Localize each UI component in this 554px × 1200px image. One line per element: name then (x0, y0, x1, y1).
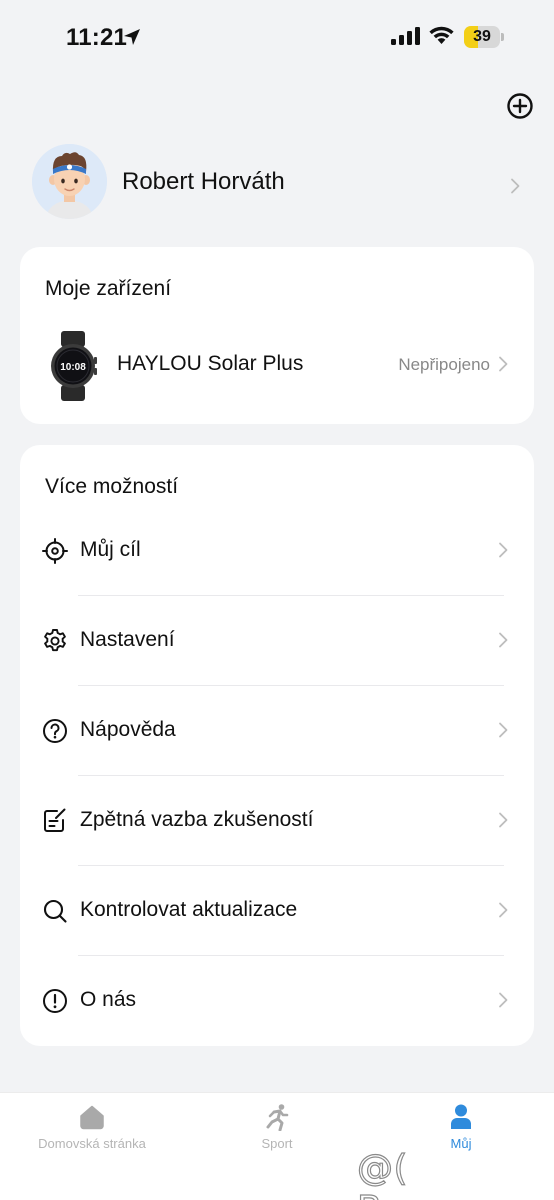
menu-label: Nápověda (80, 718, 176, 741)
cellular-signal-icon (391, 27, 420, 45)
chevron-right-icon (499, 992, 508, 1008)
smartwatch-icon: 10:08 (51, 331, 97, 401)
more-options-title: Více možností (45, 475, 179, 498)
profile-row[interactable]: Robert Horváth (20, 140, 534, 230)
status-bar: 11:21 39 (0, 0, 554, 76)
avatar[interactable] (32, 144, 107, 219)
home-icon (80, 1105, 104, 1130)
menu-label: Zpětná vazba zkušeností (80, 808, 314, 831)
more-options-card: Více možností Můj cíl Nastavení Nápověda… (20, 445, 534, 1046)
feedback-icon (44, 808, 66, 832)
watermark: @( Bazos.cz (356, 1147, 517, 1200)
avatar-illustration (32, 144, 107, 219)
menu-item-help[interactable]: Nápověda (20, 686, 534, 776)
menu-item-settings[interactable]: Nastavení (20, 596, 534, 686)
battery-icon: 39 (464, 26, 504, 48)
chevron-right-icon (499, 902, 508, 918)
chevron-right-icon (499, 812, 508, 828)
location-arrow-icon (124, 29, 140, 45)
tab-label: Sport (261, 1136, 293, 1151)
menu-item-feedback[interactable]: Zpětná vazba zkušeností (20, 776, 534, 866)
devices-card: Moje zařízení 10:08 HAYLOU Solar Plus Ne… (20, 247, 534, 424)
menu-label: Můj cíl (80, 538, 141, 561)
watch-face-time: 10:08 (60, 362, 86, 373)
info-exclamation-icon (43, 989, 67, 1013)
menu-item-about[interactable]: O nás (20, 956, 534, 1046)
wifi-icon (429, 26, 454, 44)
tab-home[interactable]: Domovská stránka (0, 1103, 184, 1173)
plus-circle-icon[interactable] (506, 92, 534, 120)
menu-item-goal[interactable]: Můj cíl (20, 506, 534, 596)
battery-cap (501, 33, 504, 41)
tab-sport[interactable]: Sport (185, 1103, 369, 1173)
chevron-right-icon (511, 178, 520, 194)
runner-icon (266, 1104, 289, 1131)
devices-title: Moje zařízení (45, 277, 172, 300)
gear-icon (44, 629, 66, 652)
battery-level: 39 (473, 28, 491, 45)
person-icon (451, 1104, 471, 1129)
chevron-right-icon (499, 722, 508, 738)
device-name: HAYLOU Solar Plus (117, 352, 304, 375)
tab-label: Domovská stránka (38, 1136, 146, 1151)
chevron-right-icon (499, 542, 508, 558)
target-icon (42, 538, 68, 564)
status-time: 11:21 (66, 24, 128, 51)
battery-body: 39 (464, 26, 500, 48)
device-status: Nepřipojeno (398, 355, 490, 374)
search-icon (43, 899, 67, 923)
menu-label: O nás (80, 988, 137, 1011)
menu-label: Nastavení (80, 628, 175, 651)
profile-name: Robert Horváth (122, 168, 285, 195)
help-icon (43, 719, 67, 743)
menu-item-check-updates[interactable]: Kontrolovat aktualizace (20, 866, 534, 956)
device-item[interactable]: 10:08 HAYLOU Solar Plus Nepřipojeno (20, 327, 534, 407)
chevron-right-icon (499, 632, 508, 648)
chevron-right-icon (499, 356, 508, 372)
menu-label: Kontrolovat aktualizace (80, 898, 298, 921)
